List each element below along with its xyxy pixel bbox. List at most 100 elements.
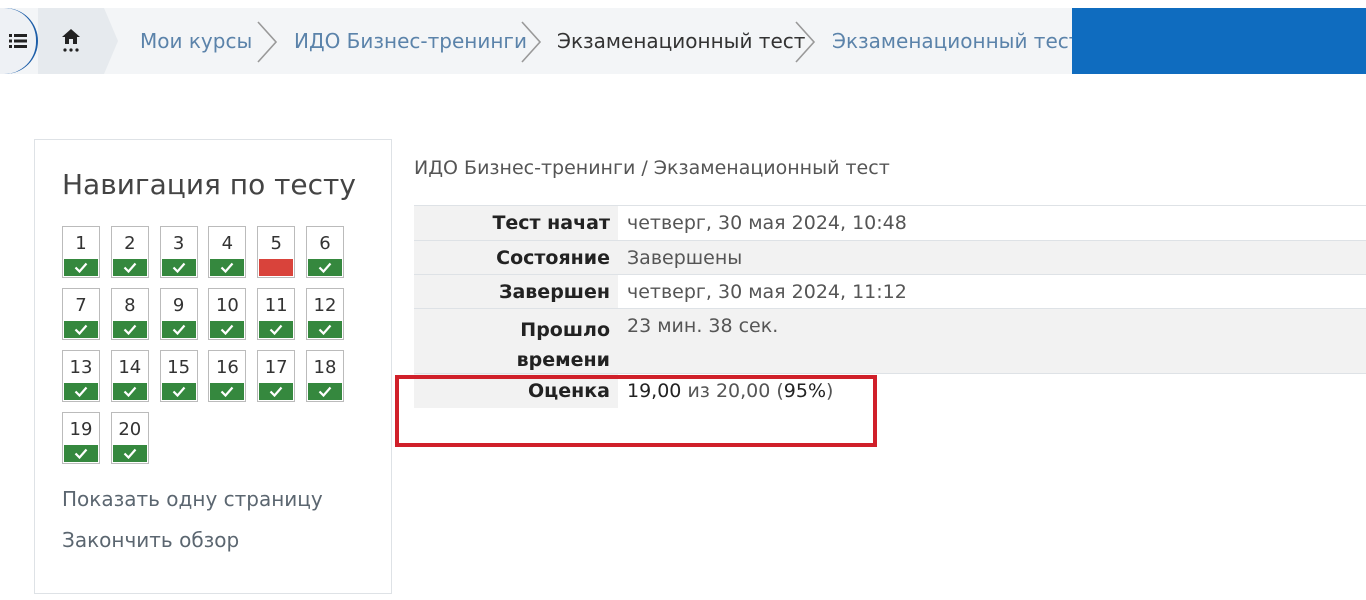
question-number: 12 <box>313 295 337 316</box>
home-icon <box>62 29 80 52</box>
question-button[interactable]: 3 <box>159 226 198 278</box>
question-button[interactable]: 16 <box>208 350 247 402</box>
check-icon <box>221 262 234 273</box>
breadcrumb-course[interactable]: ИДО Бизнес-тренинги <box>294 8 527 74</box>
breadcrumb-my-courses[interactable]: Мои курсы <box>140 8 252 74</box>
summary-label: Состояние <box>496 247 610 269</box>
check-icon <box>172 262 185 273</box>
incorrect-state-bar <box>259 259 294 276</box>
question-number: 4 <box>221 233 234 254</box>
show-one-page-link[interactable]: Показать одну страницу <box>62 487 323 511</box>
question-button[interactable]: 13 <box>62 350 100 402</box>
question-button[interactable]: 20 <box>110 412 149 464</box>
question-number: 2 <box>124 233 136 254</box>
summary-row-completed: Завершен четверг, 30 мая 2024, 11:12 <box>414 274 1366 309</box>
list-icon <box>9 34 27 48</box>
question-button[interactable]: 4 <box>208 226 247 278</box>
correct-state-bar <box>161 383 196 400</box>
question-number: 7 <box>75 295 87 316</box>
summary-breadcrumb: ИДО Бизнес-тренинги / Экзаменационный те… <box>414 157 890 179</box>
summary-value: четверг, 30 мая 2024, 10:48 <box>627 212 907 234</box>
summary-row-state: Состояние Завершены <box>414 240 1366 275</box>
question-number: 14 <box>118 357 142 378</box>
home-button[interactable] <box>38 8 104 74</box>
question-number: 17 <box>264 357 288 378</box>
check-icon <box>74 386 88 397</box>
question-button[interactable]: 15 <box>159 350 198 402</box>
question-number: 10 <box>215 295 239 316</box>
home-notch <box>104 8 118 74</box>
correct-state-bar <box>210 321 245 338</box>
correct-state-bar <box>112 445 147 462</box>
question-number: 8 <box>124 295 136 316</box>
correct-state-bar <box>210 383 245 400</box>
breadcrumb-quiz[interactable]: Экзаменационный тест <box>557 8 805 74</box>
summary-value: четверг, 30 мая 2024, 11:12 <box>627 281 907 303</box>
summary-label: Завершен <box>498 281 610 303</box>
question-number: 9 <box>172 295 185 316</box>
summary-label: Прошло времени <box>516 319 610 371</box>
check-icon <box>269 386 283 397</box>
question-button[interactable]: 10 <box>208 288 247 340</box>
question-number: 18 <box>313 357 337 378</box>
check-icon <box>74 448 88 459</box>
question-number: 19 <box>69 419 93 440</box>
correct-state-bar <box>308 321 342 338</box>
chevron-right-icon <box>521 21 542 63</box>
question-button[interactable]: 1 <box>62 226 100 278</box>
quiz-navigation-title: Навигация по тесту <box>62 168 356 201</box>
correct-state-bar <box>112 259 147 276</box>
correct-state-bar <box>161 259 196 276</box>
question-button[interactable]: 8 <box>110 288 149 340</box>
question-button[interactable]: 6 <box>306 226 344 278</box>
question-button[interactable]: 18 <box>306 350 344 402</box>
correct-state-bar <box>259 383 294 400</box>
quiz-navigation-block: Навигация по тесту 1 2 3 4 5 6 7 8 9 10 11 12 13 14 15… <box>34 139 392 594</box>
summary-value: Завершены <box>627 247 743 269</box>
question-number: 20 <box>118 419 142 440</box>
check-icon <box>269 324 283 335</box>
correct-state-bar <box>64 383 98 400</box>
correct-state-bar <box>308 259 342 276</box>
question-number: 13 <box>69 357 93 378</box>
question-button[interactable]: 5 <box>257 226 296 278</box>
finish-review-link[interactable]: Закончить обзор <box>62 528 239 552</box>
question-number: 1 <box>75 233 87 254</box>
question-button[interactable]: 14 <box>110 350 149 402</box>
question-button[interactable]: 7 <box>62 288 100 340</box>
question-number: 6 <box>319 233 331 254</box>
check-icon <box>74 324 88 335</box>
check-icon <box>221 324 234 335</box>
question-button[interactable]: 17 <box>257 350 296 402</box>
correct-state-bar <box>259 321 294 338</box>
summary-value: 23 мин. 38 сек. <box>627 315 779 337</box>
question-number: 3 <box>172 233 185 254</box>
correct-state-bar <box>64 259 98 276</box>
chevron-right-icon <box>795 21 816 63</box>
correct-state-bar <box>161 321 196 338</box>
check-icon <box>123 324 137 335</box>
check-icon <box>221 386 234 397</box>
check-icon <box>123 262 137 273</box>
check-icon <box>318 324 332 335</box>
correct-state-bar <box>308 383 342 400</box>
check-icon <box>123 386 137 397</box>
top-navbar: Мои курсы ИДО Бизнес-тренинги Экзаменаци… <box>0 8 1366 74</box>
navbar-accent-area <box>1072 8 1366 74</box>
correct-state-bar <box>64 321 98 338</box>
check-icon <box>123 448 137 459</box>
breadcrumb-quiz-review[interactable]: Экзаменационный тест <box>832 8 1080 74</box>
summary-label: Тест начат <box>492 212 610 234</box>
question-button[interactable]: 12 <box>306 288 344 340</box>
question-button[interactable]: 2 <box>110 226 149 278</box>
check-icon <box>74 262 88 273</box>
check-icon <box>318 386 332 397</box>
check-icon <box>172 324 185 335</box>
question-button[interactable]: 9 <box>159 288 198 340</box>
correct-state-bar <box>112 383 147 400</box>
correct-state-bar <box>210 259 245 276</box>
drawer-toggle-button[interactable] <box>0 8 38 74</box>
question-button[interactable]: 19 <box>62 412 100 464</box>
question-button[interactable]: 11 <box>257 288 296 340</box>
summary-row-time-taken: Прошло времени 23 мин. 38 сек. <box>414 308 1366 374</box>
